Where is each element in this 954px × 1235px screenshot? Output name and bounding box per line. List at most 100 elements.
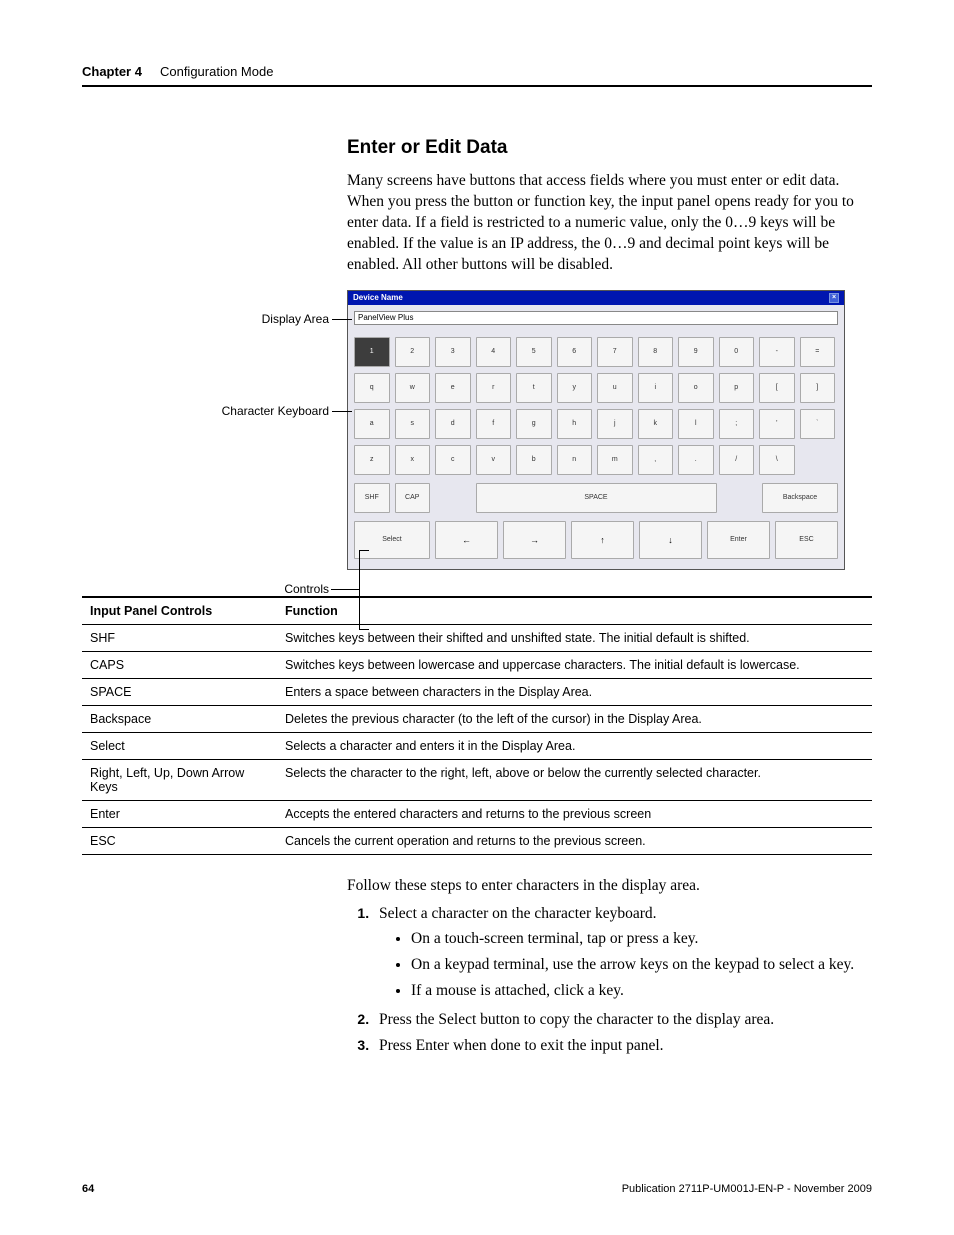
key-8[interactable]: 8 — [638, 337, 674, 367]
key-2[interactable]: 2 — [395, 337, 431, 367]
key-4[interactable]: 4 — [476, 337, 512, 367]
key-k[interactable]: k — [638, 409, 674, 439]
nav-row: Select ← → ↑ ↓ Enter ESC — [354, 521, 838, 559]
character-keyboard: 1234567890-= qwertyuiop[] asdfghjkl;'` zxcv… — [354, 337, 838, 475]
key-y[interactable]: y — [557, 373, 593, 403]
table-row: CAPSSwitches keys between lowercase and … — [82, 651, 872, 678]
key-e[interactable]: e — [435, 373, 471, 403]
esc-button[interactable]: ESC — [775, 521, 838, 559]
key-a[interactable]: a — [354, 409, 390, 439]
input-panel-diagram: Display Area Character Keyboard Controls… — [347, 290, 872, 570]
key--[interactable]: - — [759, 337, 795, 367]
key-\[interactable]: \ — [759, 445, 795, 475]
control-row-1: SHF CAP SPACE Backspace — [354, 483, 838, 513]
backspace-key[interactable]: Backspace — [762, 483, 838, 513]
table-row: BackspaceDeletes the previous character … — [82, 705, 872, 732]
key-r[interactable]: r — [476, 373, 512, 403]
follow-text: Follow these steps to enter characters i… — [347, 877, 872, 895]
section-heading: Enter or Edit Data — [347, 137, 872, 159]
space-key[interactable]: SPACE — [476, 483, 717, 513]
callout-display-area: Display Area — [262, 312, 329, 326]
input-panel: Device Name × PanelView Plus 1234567890-… — [347, 290, 845, 570]
input-panel-controls-table: Input Panel Controls Function SHFSwitche… — [82, 596, 872, 855]
arrow-right-icon: → — [530, 535, 539, 545]
table-row: Right, Left, Up, Down Arrow KeysSelects … — [82, 759, 872, 800]
enter-button[interactable]: Enter — [707, 521, 770, 559]
close-icon[interactable]: × — [829, 293, 839, 303]
key-m[interactable]: m — [597, 445, 633, 475]
key-q[interactable]: q — [354, 373, 390, 403]
list-item: On a touch-screen terminal, tap or press… — [411, 929, 872, 949]
key-p[interactable]: p — [719, 373, 755, 403]
key-f[interactable]: f — [476, 409, 512, 439]
key-/[interactable]: / — [719, 445, 755, 475]
arrow-up-button[interactable]: ↑ — [571, 521, 634, 559]
key-5[interactable]: 5 — [516, 337, 552, 367]
key-x[interactable]: x — [395, 445, 431, 475]
key-;[interactable]: ; — [719, 409, 755, 439]
key-][interactable]: ] — [800, 373, 836, 403]
key-1[interactable]: 1 — [354, 337, 390, 367]
table-row: ESCCancels the current operation and ret… — [82, 827, 872, 854]
key-d[interactable]: d — [435, 409, 471, 439]
list-item: If a mouse is attached, click a key. — [411, 981, 872, 1001]
key-i[interactable]: i — [638, 373, 674, 403]
key-h[interactable]: h — [557, 409, 593, 439]
key-j[interactable]: j — [597, 409, 633, 439]
table-row: SPACEEnters a space between characters i… — [82, 678, 872, 705]
arrow-up-icon: ↑ — [600, 535, 605, 545]
step-2: Press the Select button to copy the char… — [373, 1011, 872, 1029]
chapter-title: Configuration Mode — [160, 64, 273, 79]
chapter-label: Chapter 4 — [82, 64, 142, 79]
key-7[interactable]: 7 — [597, 337, 633, 367]
arrow-down-icon: ↓ — [668, 535, 673, 545]
key-w[interactable]: w — [395, 373, 431, 403]
key-v[interactable]: v — [476, 445, 512, 475]
table-row: EnterAccepts the entered characters and … — [82, 800, 872, 827]
key-o[interactable]: o — [678, 373, 714, 403]
panel-title-text: Device Name — [353, 293, 403, 302]
page-number: 64 — [82, 1183, 94, 1195]
key-t[interactable]: t — [516, 373, 552, 403]
key-n[interactable]: n — [557, 445, 593, 475]
shf-key[interactable]: SHF — [354, 483, 390, 513]
arrow-down-button[interactable]: ↓ — [639, 521, 702, 559]
callout-character-keyboard: Character Keyboard — [222, 404, 329, 418]
key-g[interactable]: g — [516, 409, 552, 439]
table-row: SelectSelects a character and enters it … — [82, 732, 872, 759]
key-6[interactable]: 6 — [557, 337, 593, 367]
page-header: Chapter 4 Configuration Mode — [82, 64, 872, 79]
publication-info: Publication 2711P-UM001J-EN-P - November… — [622, 1183, 872, 1195]
step-3: Press Enter when done to exit the input … — [373, 1037, 872, 1055]
key-=[interactable]: = — [800, 337, 836, 367]
arrow-left-button[interactable]: ← — [435, 521, 498, 559]
callout-controls: Controls — [284, 582, 329, 596]
step-1: Select a character on the character keyb… — [373, 905, 872, 1001]
arrow-left-icon: ← — [462, 535, 471, 545]
table-row: SHFSwitches keys between their shifted a… — [82, 624, 872, 651]
key-l[interactable]: l — [678, 409, 714, 439]
header-rule — [82, 85, 872, 87]
page-footer: 64 Publication 2711P-UM001J-EN-P - Novem… — [82, 1183, 872, 1195]
key-0[interactable]: 0 — [719, 337, 755, 367]
key-c[interactable]: c — [435, 445, 471, 475]
display-field[interactable]: PanelView Plus — [354, 311, 838, 325]
key-z[interactable]: z — [354, 445, 390, 475]
key-9[interactable]: 9 — [678, 337, 714, 367]
key-'[interactable]: ' — [759, 409, 795, 439]
intro-paragraph: Many screens have buttons that access fi… — [347, 171, 872, 276]
key-u[interactable]: u — [597, 373, 633, 403]
table-header-controls: Input Panel Controls — [82, 597, 277, 625]
key-[[interactable]: [ — [759, 373, 795, 403]
steps-list: Select a character on the character keyb… — [373, 905, 872, 1055]
key-`[interactable]: ` — [800, 409, 836, 439]
list-item: On a keypad terminal, use the arrow keys… — [411, 955, 872, 975]
panel-titlebar: Device Name × — [348, 291, 844, 305]
arrow-right-button[interactable]: → — [503, 521, 566, 559]
key-3[interactable]: 3 — [435, 337, 471, 367]
key-,[interactable]: , — [638, 445, 674, 475]
key-s[interactable]: s — [395, 409, 431, 439]
cap-key[interactable]: CAP — [395, 483, 431, 513]
key-b[interactable]: b — [516, 445, 552, 475]
key-.[interactable]: . — [678, 445, 714, 475]
